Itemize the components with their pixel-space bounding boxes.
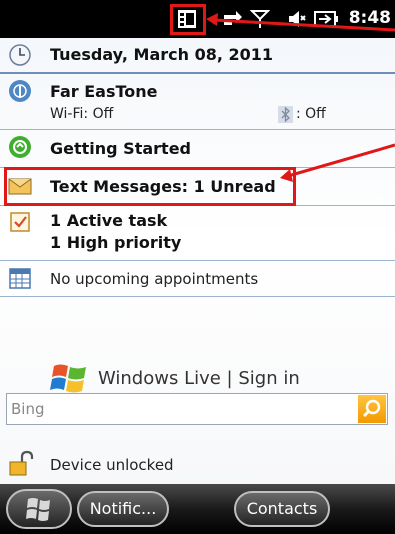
notification-softkey[interactable]: Notific... [77, 491, 169, 527]
soft-key-bar: Notific... Contacts [0, 484, 395, 534]
start-button[interactable] [6, 489, 72, 529]
contacts-softkey[interactable]: Contacts [234, 491, 330, 527]
callout-arrows [206, 13, 395, 182]
